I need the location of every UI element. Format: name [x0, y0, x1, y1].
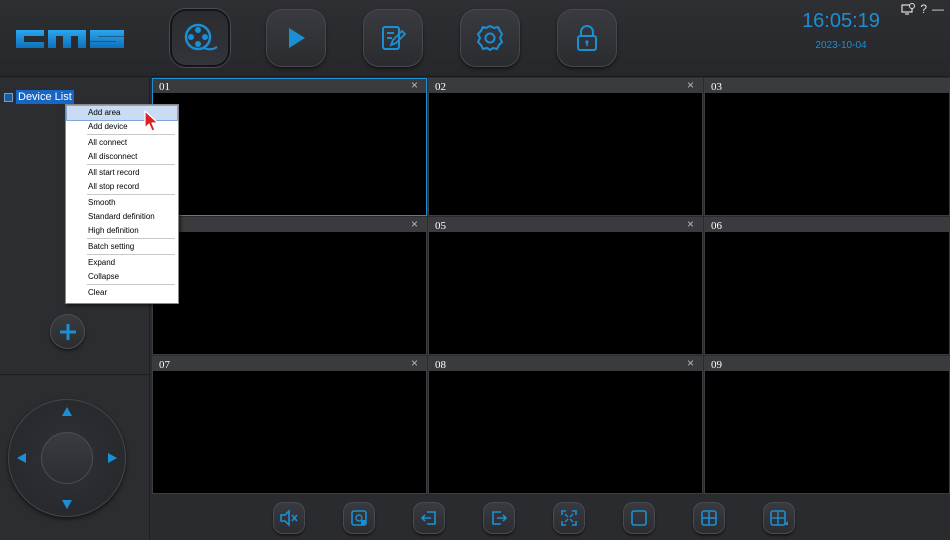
monitor-settings-icon[interactable]: [901, 3, 916, 15]
live-view-button[interactable]: [170, 9, 230, 67]
playback-button[interactable]: [266, 9, 326, 67]
close-icon[interactable]: ×: [687, 217, 694, 231]
log-button[interactable]: [363, 9, 423, 67]
custom-layout-icon: [770, 510, 788, 526]
snapshot-icon: [351, 510, 367, 526]
cell-number: 09: [711, 359, 722, 371]
previous-page-icon: [420, 511, 436, 525]
cell-number: 06: [711, 220, 722, 232]
menu-item-expand[interactable]: Expand: [67, 256, 177, 270]
cell-number: 07: [159, 359, 170, 371]
clock-date: 2023-10-04: [815, 40, 867, 51]
clock-time: 16:05:19: [802, 10, 880, 32]
cell-header: ×: [153, 217, 426, 232]
minimize-button[interactable]: —: [932, 2, 944, 16]
fullscreen-icon: [561, 510, 577, 526]
cell-header: 02 ×: [429, 78, 702, 93]
cell-header: 03: [705, 79, 949, 93]
cms-window: 16:05:19 2023-10-04 ? — Device List 01 ×…: [0, 0, 950, 540]
panel-divider: [0, 374, 150, 375]
cell-header: 06: [705, 218, 949, 232]
menu-item-batch-setting[interactable]: Batch setting: [67, 240, 177, 254]
previous-page-button[interactable]: [413, 502, 445, 534]
fullscreen-button[interactable]: [553, 502, 585, 534]
menu-item-all-disconnect[interactable]: All disconnect: [67, 150, 177, 164]
snapshot-button[interactable]: [343, 502, 375, 534]
video-cell-08[interactable]: 08 ×: [428, 356, 703, 494]
custom-layout-button[interactable]: [763, 502, 795, 534]
ptz-up-arrow-icon[interactable]: [62, 407, 72, 416]
video-cell-03[interactable]: 03: [704, 78, 950, 216]
menu-item-all-stop-record[interactable]: All stop record: [67, 180, 177, 194]
mute-button[interactable]: [273, 502, 305, 534]
lock-icon: [577, 25, 597, 51]
ptz-control: [8, 399, 126, 517]
next-page-icon: [492, 511, 508, 525]
quad-view-button[interactable]: [693, 502, 725, 534]
window-controls: ? —: [901, 2, 944, 16]
video-cell-06[interactable]: 06: [704, 217, 950, 355]
cell-number: 03: [711, 81, 722, 93]
single-view-button[interactable]: [623, 502, 655, 534]
gear-icon: [477, 25, 503, 51]
menu-item-all-connect[interactable]: All connect: [67, 136, 177, 150]
video-cell-09[interactable]: 09: [704, 356, 950, 494]
video-cell-04[interactable]: ×: [152, 217, 427, 355]
close-icon[interactable]: ×: [411, 78, 418, 92]
device-group-icon: [4, 92, 13, 102]
plus-icon: [59, 323, 76, 340]
menu-item-collapse[interactable]: Collapse: [67, 270, 177, 284]
cell-header: 08 ×: [429, 356, 702, 371]
menu-item-clear[interactable]: Clear: [67, 286, 177, 300]
play-icon: [289, 28, 305, 48]
video-cell-05[interactable]: 05 ×: [428, 217, 703, 355]
video-cell-02[interactable]: 02 ×: [428, 78, 703, 216]
quad-view-icon: [701, 510, 717, 526]
cell-header: 07 ×: [153, 356, 426, 371]
add-device-button[interactable]: [50, 314, 85, 349]
close-icon[interactable]: ×: [687, 356, 694, 370]
menu-item-all-start-record[interactable]: All start record: [67, 166, 177, 180]
next-page-button[interactable]: [483, 502, 515, 534]
settings-button[interactable]: [460, 9, 520, 67]
bottom-toolbar: [152, 494, 950, 540]
cell-header: 09: [705, 357, 949, 371]
menu-item-standard-definition[interactable]: Standard definition: [67, 210, 177, 224]
cms-logo: [16, 30, 124, 48]
help-button[interactable]: ?: [920, 2, 927, 16]
cell-number: 01: [159, 81, 170, 93]
device-list-label[interactable]: Device List: [16, 90, 74, 104]
device-list-context-menu: Add area Add device All connect All disconn…: [65, 104, 179, 304]
video-cell-07[interactable]: 07 ×: [152, 356, 427, 494]
close-icon[interactable]: ×: [687, 78, 694, 92]
lock-button[interactable]: [557, 9, 617, 67]
film-reel-icon: [184, 23, 218, 51]
mute-icon: [280, 509, 298, 527]
cell-number: 05: [435, 220, 446, 232]
menu-item-smooth[interactable]: Smooth: [67, 196, 177, 210]
ptz-center-button[interactable]: [41, 432, 93, 484]
edit-note-icon: [382, 26, 407, 50]
ptz-right-arrow-icon[interactable]: [108, 453, 117, 463]
menu-item-high-definition[interactable]: High definition: [67, 224, 177, 238]
mouse-cursor-icon: [144, 110, 159, 132]
close-icon[interactable]: ×: [411, 356, 418, 370]
single-view-icon: [631, 510, 647, 526]
cell-header: 05 ×: [429, 217, 702, 232]
video-cell-01[interactable]: 01 ×: [152, 78, 427, 216]
top-toolbar: 16:05:19 2023-10-04 ? —: [0, 0, 950, 77]
device-tree-root[interactable]: Device List: [4, 90, 74, 104]
cell-header: 01 ×: [153, 78, 426, 93]
ptz-down-arrow-icon[interactable]: [62, 500, 72, 509]
cell-number: 02: [435, 81, 446, 93]
cell-number: 08: [435, 359, 446, 371]
close-icon[interactable]: ×: [411, 217, 418, 231]
video-grid: 01 × 02 × 03 × 05 × 06 07 × 08 × 09: [152, 78, 950, 494]
ptz-left-arrow-icon[interactable]: [17, 453, 26, 463]
